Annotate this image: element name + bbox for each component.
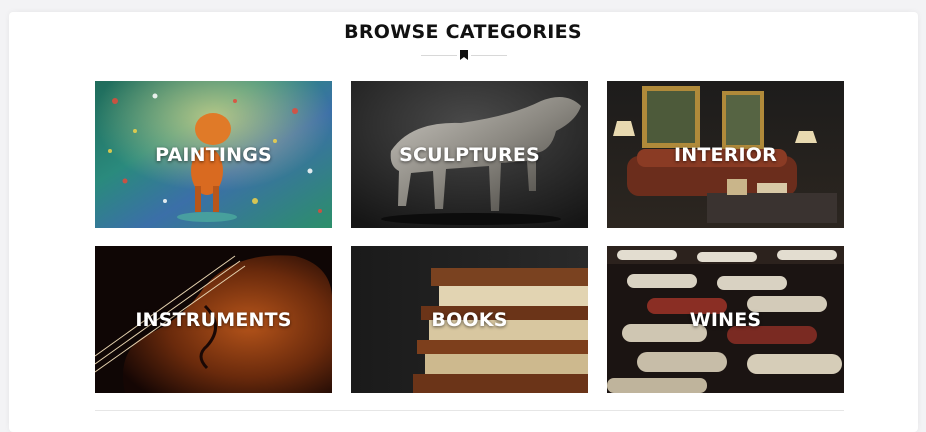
category-label: SCULPTURES bbox=[399, 143, 540, 166]
category-tile-instruments[interactable]: INSTRUMENTS bbox=[95, 246, 332, 393]
category-label: WINES bbox=[689, 308, 762, 331]
divider-line-left bbox=[421, 55, 457, 56]
bottom-divider bbox=[95, 410, 844, 411]
category-label: PAINTINGS bbox=[155, 143, 272, 166]
category-tile-books[interactable]: BOOKS bbox=[351, 246, 588, 393]
category-label: INTERIOR bbox=[674, 143, 777, 166]
title-divider bbox=[421, 50, 507, 62]
bookmark-icon bbox=[460, 50, 468, 60]
category-tile-paintings[interactable]: PAINTINGS bbox=[95, 81, 332, 228]
divider-line-right bbox=[471, 55, 507, 56]
section-title: BROWSE CATEGORIES bbox=[344, 21, 582, 43]
category-label: INSTRUMENTS bbox=[135, 308, 292, 331]
category-label: BOOKS bbox=[431, 308, 508, 331]
category-tile-wines[interactable]: WINES bbox=[607, 246, 844, 393]
category-tile-interior[interactable]: INTERIOR bbox=[607, 81, 844, 228]
category-tile-sculptures[interactable]: SCULPTURES bbox=[351, 81, 588, 228]
